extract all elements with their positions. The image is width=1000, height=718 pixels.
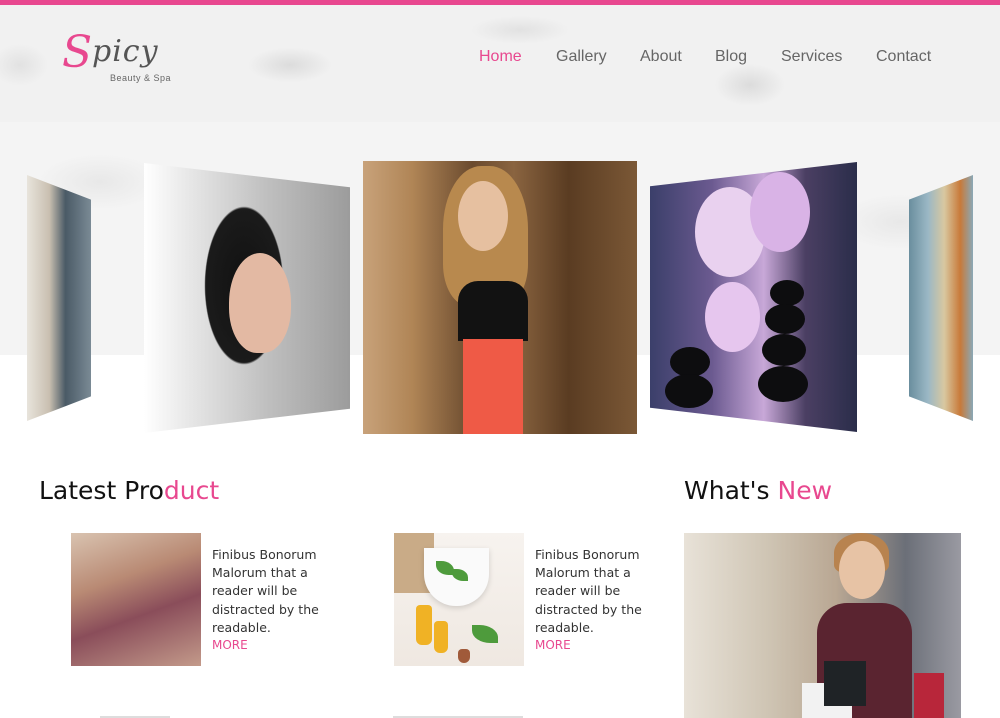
nav-item-blog[interactable]: Blog <box>715 48 747 66</box>
slide-photo-stone <box>665 374 713 408</box>
product-more-link[interactable]: MORE <box>212 638 248 652</box>
product-more-link[interactable]: MORE <box>535 638 571 652</box>
slide-photo-stone <box>765 304 805 334</box>
slide-photo-orchid <box>750 172 810 252</box>
new-photo-bag <box>914 673 944 718</box>
slide-photo-stone <box>770 280 804 306</box>
heading-text: Latest Pro <box>39 476 164 505</box>
carousel-slide-far-left[interactable] <box>27 175 91 421</box>
product-photo-bottle <box>434 621 448 653</box>
nav-item-contact[interactable]: Contact <box>876 48 931 66</box>
main-nav: Home Gallery About Blog Services Contact <box>0 48 1000 72</box>
nav-item-home[interactable]: Home <box>479 48 522 66</box>
whats-new-image[interactable] <box>684 533 961 718</box>
product-description: Finibus Bonorum Malorum that a reader wi… <box>212 547 319 635</box>
carousel-slide-right[interactable] <box>650 162 857 432</box>
whats-new-heading: What's New <box>684 476 832 505</box>
slide-photo-stone <box>758 366 808 402</box>
latest-product-heading: Latest Product <box>39 476 219 505</box>
heading-accent-text: duct <box>163 476 220 505</box>
slide-photo-top <box>458 281 528 341</box>
logo-tagline: Beauty & Spa <box>110 73 172 83</box>
nav-item-services[interactable]: Services <box>781 48 842 66</box>
slide-photo-orchid <box>705 282 760 352</box>
product-photo-leaf <box>472 625 498 643</box>
nav-item-gallery[interactable]: Gallery <box>556 48 607 66</box>
product-description: Finibus Bonorum Malorum that a reader wi… <box>535 547 642 635</box>
carousel-slide-far-right[interactable] <box>909 175 973 421</box>
slide-photo-face <box>229 253 291 353</box>
product-photo-bottle <box>416 605 432 645</box>
slide-photo-dress <box>463 339 523 434</box>
new-photo-face <box>839 541 885 599</box>
slide-photo-stone <box>762 334 806 366</box>
product-image-massage[interactable] <box>71 533 201 666</box>
product-image-oils[interactable] <box>394 533 524 666</box>
product-photo-bottle <box>458 649 470 663</box>
heading-text: What's <box>684 476 778 505</box>
nav-item-about[interactable]: About <box>640 48 682 66</box>
carousel-slide-center[interactable] <box>363 161 637 434</box>
slide-photo-stone <box>670 347 710 377</box>
slide-photo-face <box>458 181 508 251</box>
heading-accent-text: New <box>777 476 833 505</box>
carousel-slide-left[interactable] <box>144 163 350 433</box>
new-photo-bag <box>824 661 866 706</box>
